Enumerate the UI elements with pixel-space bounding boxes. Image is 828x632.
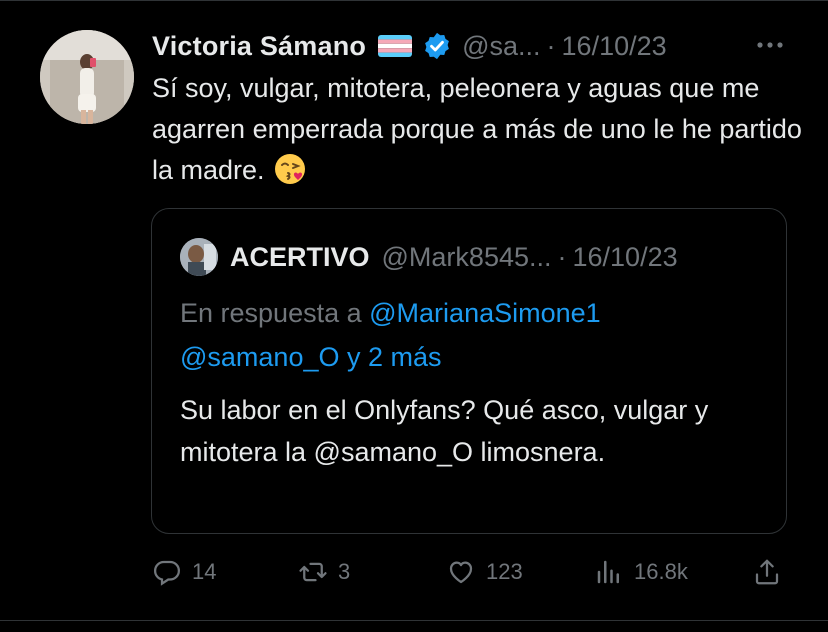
quoted-author-handle[interactable]: @Mark8545... <box>382 242 552 273</box>
separator-dot: · <box>546 30 556 61</box>
views-button[interactable]: 16.8k <box>594 552 688 592</box>
reply-mention-link[interactable]: @MarianaSimone1 <box>369 298 601 328</box>
heart-icon <box>449 561 473 584</box>
quoted-separator-dot: · <box>557 241 567 272</box>
tweet-text-content: Sí soy, vulgar, mitotera, peleonera y ag… <box>152 73 802 185</box>
retweet-count: 3 <box>338 559 351 584</box>
quoted-author-name[interactable]: ACERTIVO <box>230 242 370 273</box>
action-bar: 14 3 123 16.8k <box>0 552 828 592</box>
reply-count: 14 <box>192 559 217 584</box>
reply-button[interactable]: 14 <box>152 552 216 592</box>
more-icon[interactable] <box>752 30 788 60</box>
quoted-avatar[interactable] <box>180 238 218 276</box>
verified-badge-icon[interactable] <box>422 31 452 61</box>
like-count: 123 <box>486 559 523 584</box>
share-button[interactable] <box>752 552 782 592</box>
reply-more-link[interactable]: y 2 más <box>347 342 442 372</box>
quoted-tweet-date[interactable]: 16/10/23 <box>573 242 678 273</box>
tweet-date[interactable]: 16/10/23 <box>562 31 667 62</box>
reply-icon <box>154 560 181 586</box>
reply-mention-link[interactable]: @samano_O <box>180 342 339 372</box>
retweet-icon <box>299 562 327 582</box>
retweet-button[interactable]: 3 <box>298 552 350 592</box>
reply-context: En respuesta a @MarianaSimone1 @samano_O… <box>180 291 770 379</box>
tweet-text: Sí soy, vulgar, mitotera, peleonera y ag… <box>152 68 802 191</box>
divider-bottom <box>0 620 828 621</box>
share-icon <box>755 559 779 585</box>
quoted-tweet[interactable]: ACERTIVO @Mark8545... · 16/10/23 En resp… <box>151 208 787 534</box>
quoted-tweet-text: Su labor en el Onlyfans? Qué asco, vulga… <box>180 395 709 467</box>
views-icon <box>597 560 619 584</box>
author-name[interactable]: Victoria Sámano <box>152 31 366 62</box>
transgender-flag-icon <box>378 35 413 57</box>
quoted-tweet-header: ACERTIVO @Mark8545... · 16/10/23 <box>180 237 678 277</box>
author-handle[interactable]: @sa... <box>462 31 540 62</box>
avatar[interactable] <box>40 30 134 124</box>
reply-prefix: En respuesta a <box>180 298 362 328</box>
divider-top <box>0 0 828 1</box>
tweet-header: Victoria Sámano @sa... · 16/10/23 <box>152 26 667 66</box>
kissing-face-emoji-icon <box>273 152 307 186</box>
like-button[interactable]: 123 <box>446 552 523 592</box>
views-count: 16.8k <box>634 559 688 584</box>
